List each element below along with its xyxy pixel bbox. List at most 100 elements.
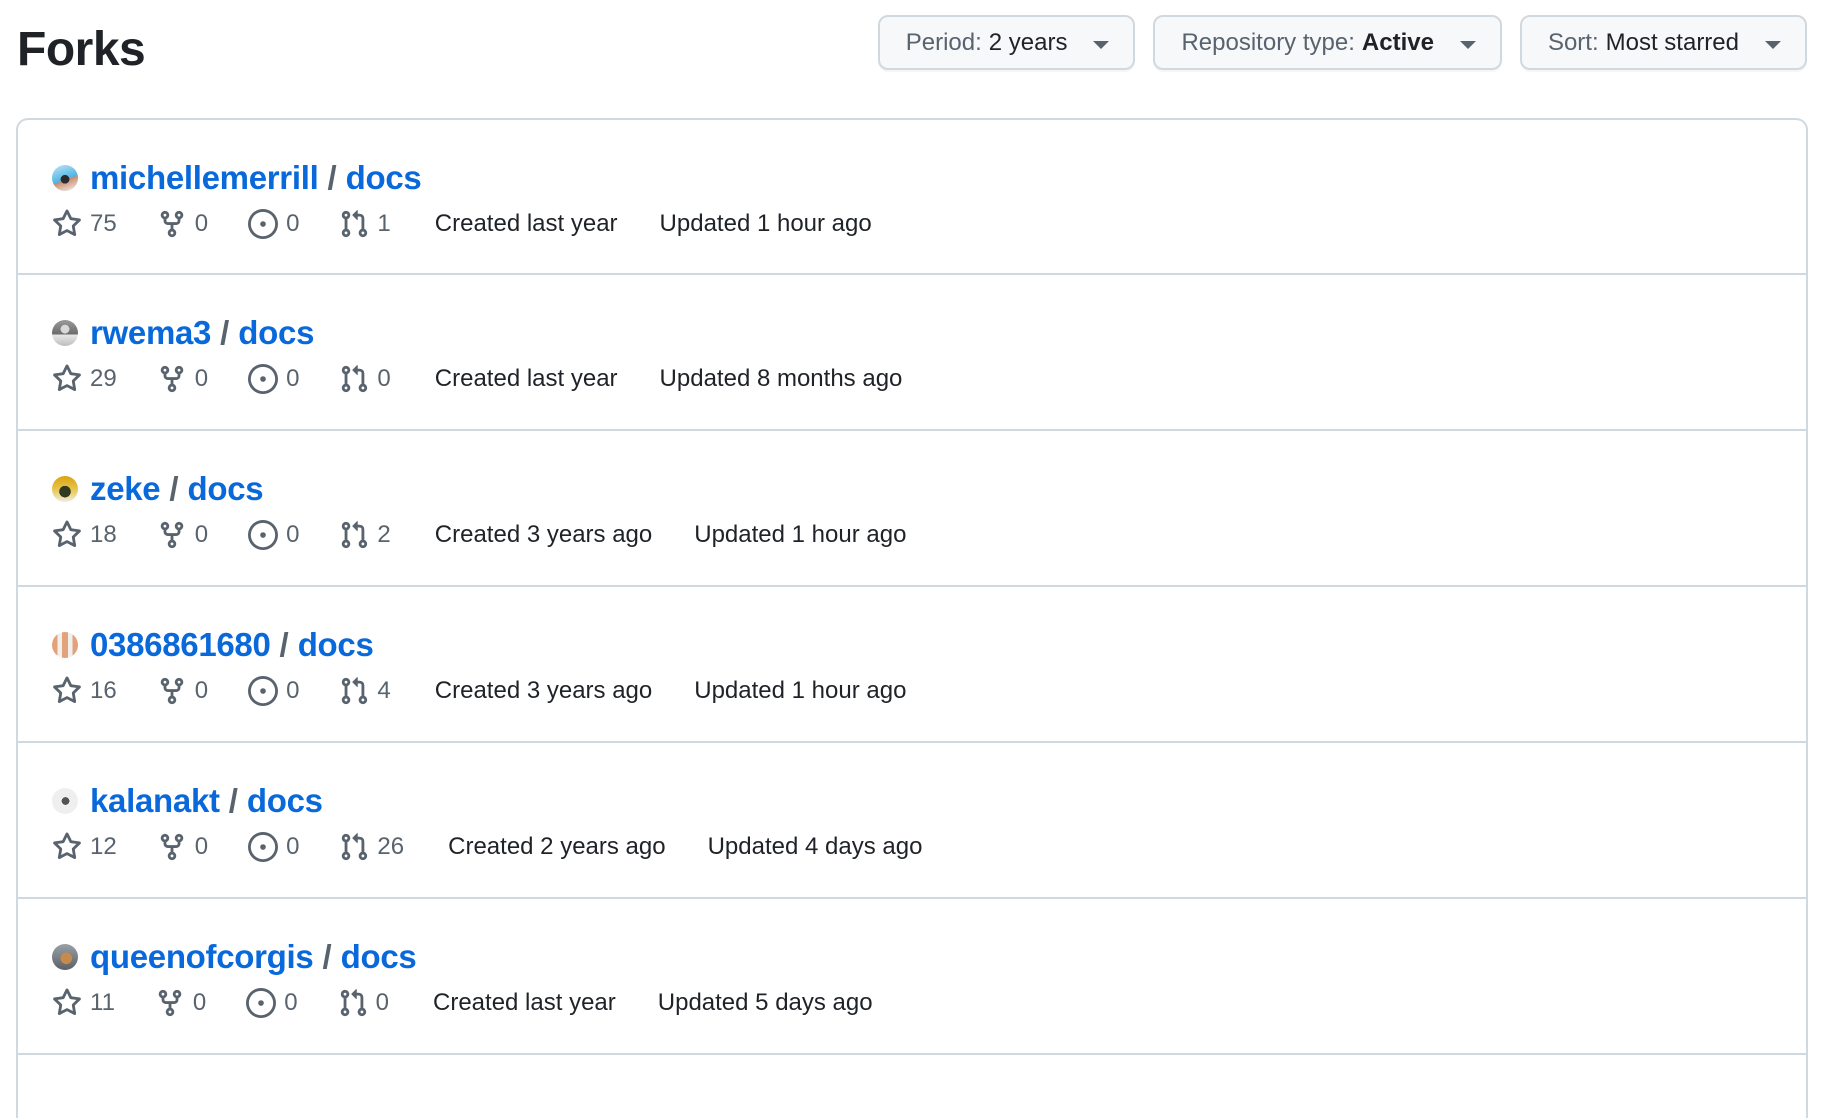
repo-link[interactable]: docs xyxy=(188,470,264,508)
fork-list-item: queenofcorgis / docs 11 0 0 0 Created la… xyxy=(18,899,1806,1055)
issues-value: 0 xyxy=(286,365,300,392)
fork-list-item: kalanakt / docs 12 0 0 26 Created 2 year… xyxy=(18,743,1806,899)
forks-list: michellemerrill / docs 75 0 0 1 Created … xyxy=(16,118,1808,1118)
repo-link[interactable]: docs xyxy=(341,938,417,976)
updated-date: Updated 5 days ago xyxy=(657,989,873,1016)
created-date: Created 3 years ago xyxy=(434,677,653,704)
avatar[interactable] xyxy=(52,476,78,502)
forks-count[interactable]: 0 xyxy=(155,988,206,1018)
path-separator: / xyxy=(220,314,230,351)
updated-date: Updated 1 hour ago xyxy=(659,210,872,237)
path-separator: / xyxy=(169,470,179,507)
triangle-down-icon xyxy=(1765,40,1781,49)
repo-stats: 75 0 0 1 Created last year Updated 1 hou… xyxy=(52,204,1772,244)
page-header: Forks Period: 2 years Repository type: A… xyxy=(0,0,1822,100)
issues-count[interactable]: 0 xyxy=(248,520,299,550)
forks-value: 0 xyxy=(194,210,209,237)
issue-opened-icon xyxy=(248,676,279,706)
pull-requests-count[interactable]: 4 xyxy=(339,676,391,706)
stars-count[interactable]: 16 xyxy=(52,676,117,706)
avatar[interactable] xyxy=(52,320,78,346)
issues-value: 0 xyxy=(286,833,300,860)
avatar[interactable] xyxy=(52,165,78,191)
avatar[interactable] xyxy=(52,944,78,970)
star-icon xyxy=(53,988,81,1016)
stars-value: 18 xyxy=(90,521,117,548)
stars-value: 75 xyxy=(90,210,117,237)
forks-value: 0 xyxy=(194,677,209,704)
star-icon xyxy=(53,832,81,860)
repo-forked-icon xyxy=(160,677,183,705)
stars-count[interactable]: 18 xyxy=(52,520,117,550)
pull-requests-count[interactable]: 0 xyxy=(339,364,391,394)
issues-count[interactable]: 0 xyxy=(248,364,299,394)
owner-link[interactable]: rwema3 xyxy=(90,314,211,352)
pull-requests-count[interactable]: 26 xyxy=(339,832,404,862)
triangle-down-icon xyxy=(1093,40,1110,49)
pull-requests-value: 0 xyxy=(375,989,389,1016)
updated-date: Updated 4 days ago xyxy=(707,833,923,860)
repository-type-dropdown-label: Repository type: xyxy=(1181,28,1355,56)
repository-type-dropdown[interactable]: Repository type: Active xyxy=(1153,15,1502,70)
issue-opened-icon xyxy=(248,520,279,550)
issue-opened-icon xyxy=(248,832,279,862)
pull-requests-value: 0 xyxy=(377,365,391,392)
forks-count[interactable]: 0 xyxy=(157,520,208,550)
repo-forked-icon xyxy=(160,365,183,393)
updated-date: Updated 1 hour ago xyxy=(694,521,907,548)
sort-dropdown-label: Sort: xyxy=(1547,28,1599,56)
star-icon xyxy=(53,364,81,392)
owner-link[interactable]: michellemerrill xyxy=(90,159,319,197)
git-pull-request-icon xyxy=(342,521,368,549)
owner-link[interactable]: zeke xyxy=(90,470,161,508)
pull-requests-count[interactable]: 2 xyxy=(339,520,391,550)
avatar[interactable] xyxy=(52,788,78,814)
period-dropdown[interactable]: Period: 2 years xyxy=(877,15,1136,70)
updated-date: Updated 8 months ago xyxy=(659,365,903,392)
issues-count[interactable]: 0 xyxy=(248,832,299,862)
stars-count[interactable]: 75 xyxy=(52,209,117,239)
repo-link[interactable]: docs xyxy=(298,626,374,664)
owner-link[interactable]: queenofcorgis xyxy=(90,938,314,976)
repo-forked-icon xyxy=(160,521,183,549)
stars-count[interactable]: 29 xyxy=(52,364,117,394)
created-date: Created last year xyxy=(434,210,618,237)
forks-count[interactable]: 0 xyxy=(157,364,208,394)
fork-list-item: zeke / docs 18 0 0 2 Created 3 years ago… xyxy=(18,431,1806,587)
repo-link[interactable]: docs xyxy=(346,159,422,197)
forks-count[interactable]: 0 xyxy=(157,676,208,706)
repo-forked-icon xyxy=(158,989,182,1017)
pull-requests-count[interactable]: 0 xyxy=(338,988,389,1018)
git-pull-request-icon xyxy=(342,677,368,705)
issues-count[interactable]: 0 xyxy=(248,209,299,239)
repo-stats: 29 0 0 0 Created last year Updated 8 mon… xyxy=(52,359,1772,399)
repo-link[interactable]: docs xyxy=(238,314,314,352)
owner-link[interactable]: kalanakt xyxy=(90,782,220,820)
stars-count[interactable]: 12 xyxy=(52,832,117,862)
repo-title: zeke / docs xyxy=(52,467,1772,511)
pull-requests-value: 1 xyxy=(377,210,391,237)
triangle-down-icon xyxy=(1459,40,1476,49)
created-date: Created 3 years ago xyxy=(434,521,653,548)
stars-value: 11 xyxy=(90,989,115,1016)
forks-count[interactable]: 0 xyxy=(157,209,208,239)
repo-forked-icon xyxy=(160,833,183,861)
avatar[interactable] xyxy=(52,632,78,658)
git-pull-request-icon xyxy=(340,989,366,1017)
stars-value: 29 xyxy=(90,365,117,392)
pull-requests-value: 2 xyxy=(377,521,391,548)
sort-dropdown[interactable]: Sort: Most starred xyxy=(1519,15,1807,70)
stars-count[interactable]: 11 xyxy=(52,988,115,1018)
issues-count[interactable]: 0 xyxy=(248,676,299,706)
star-icon xyxy=(53,209,81,237)
git-pull-request-icon xyxy=(342,365,368,393)
repo-title: kalanakt / docs xyxy=(52,779,1772,823)
path-separator: / xyxy=(322,938,332,975)
pull-requests-count[interactable]: 1 xyxy=(339,209,391,239)
fork-list-item: rwema3 / docs 29 0 0 0 Created last year… xyxy=(18,275,1806,431)
forks-count[interactable]: 0 xyxy=(157,832,208,862)
issues-count[interactable]: 0 xyxy=(246,988,298,1018)
filter-bar: Period: 2 years Repository type: Active … xyxy=(877,15,1807,70)
owner-link[interactable]: 0386861680 xyxy=(90,626,271,664)
repo-link[interactable]: docs xyxy=(247,782,323,820)
